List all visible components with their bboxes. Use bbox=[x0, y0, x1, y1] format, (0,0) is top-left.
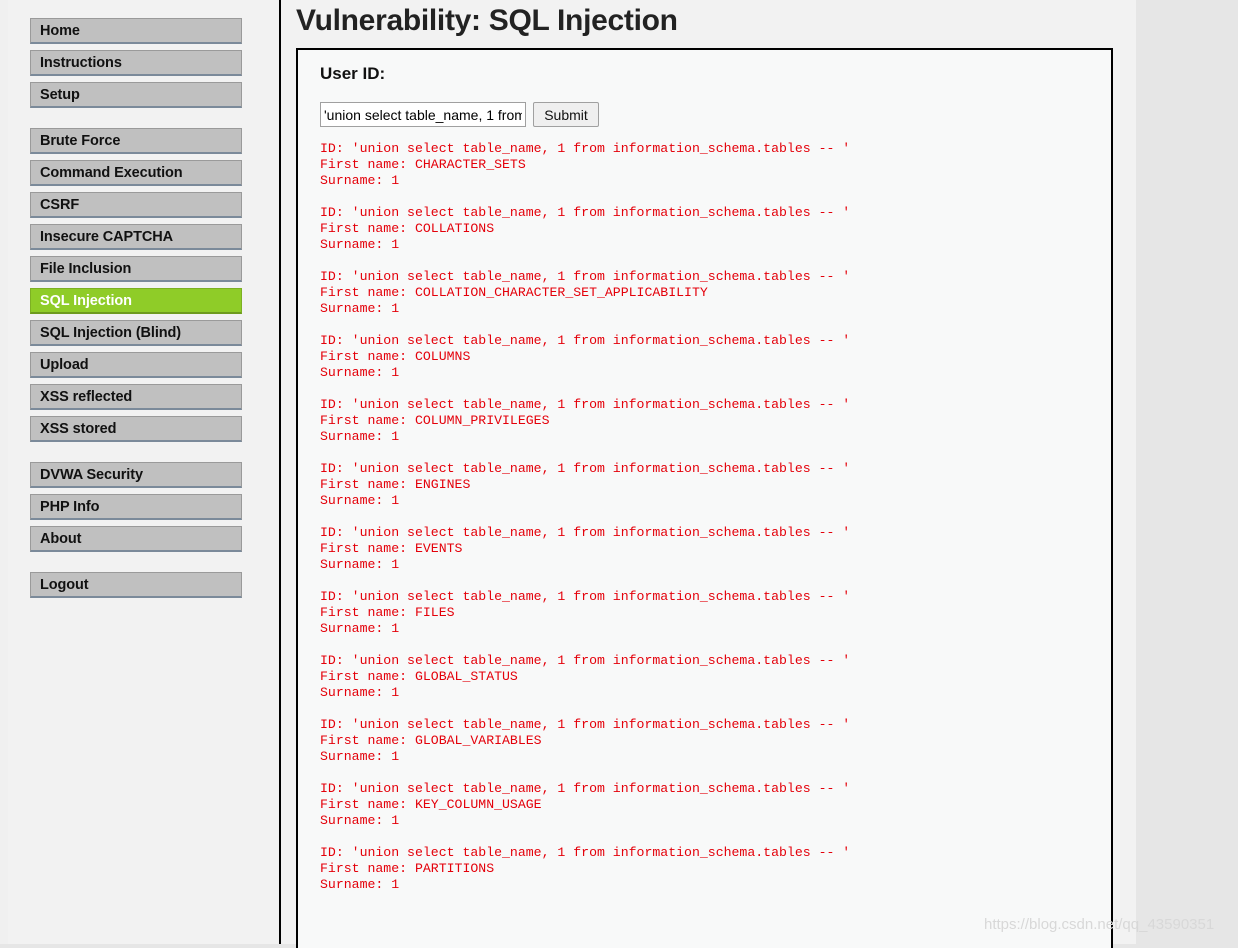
result-surname-line: Surname: 1 bbox=[320, 173, 400, 188]
result-surname-line: Surname: 1 bbox=[320, 685, 400, 700]
result-block: ID: 'union select table_name, 1 from inf… bbox=[320, 717, 1089, 765]
result-id-line: ID: 'union select table_name, 1 from inf… bbox=[320, 589, 851, 604]
sidebar-item-xss-stored[interactable]: XSS stored bbox=[30, 416, 242, 442]
user-id-input[interactable] bbox=[320, 102, 526, 127]
page-body: Home Instructions Setup Brute Force Command … bbox=[0, 0, 1136, 948]
sidebar-item-setup[interactable]: Setup bbox=[30, 82, 242, 108]
page-root: Home Instructions Setup Brute Force Command … bbox=[0, 0, 1238, 948]
result-first-name-line: First name: GLOBAL_VARIABLES bbox=[320, 733, 542, 748]
result-id-line: ID: 'union select table_name, 1 from inf… bbox=[320, 397, 851, 412]
sidebar-group-divider bbox=[16, 558, 279, 572]
sidebar-item-insecure-captcha[interactable]: Insecure CAPTCHA bbox=[30, 224, 242, 250]
result-block: ID: 'union select table_name, 1 from inf… bbox=[320, 461, 1089, 509]
result-first-name-line: First name: KEY_COLUMN_USAGE bbox=[320, 797, 542, 812]
result-block: ID: 'union select table_name, 1 from inf… bbox=[320, 781, 1089, 829]
sidebar-group: Logout bbox=[16, 572, 279, 598]
result-id-line: ID: 'union select table_name, 1 from inf… bbox=[320, 525, 851, 540]
result-surname-line: Surname: 1 bbox=[320, 557, 400, 572]
sidebar: Home Instructions Setup Brute Force Command … bbox=[16, 0, 281, 944]
result-id-line: ID: 'union select table_name, 1 from inf… bbox=[320, 781, 851, 796]
result-id-line: ID: 'union select table_name, 1 from inf… bbox=[320, 653, 851, 668]
page-title: Vulnerability: SQL Injection bbox=[296, 4, 678, 37]
result-id-line: ID: 'union select table_name, 1 from inf… bbox=[320, 205, 851, 220]
result-block: ID: 'union select table_name, 1 from inf… bbox=[320, 589, 1089, 637]
sidebar-item-command-execution[interactable]: Command Execution bbox=[30, 160, 242, 186]
sidebar-group: Brute Force Command Execution CSRF Insecure… bbox=[16, 128, 279, 442]
result-id-line: ID: 'union select table_name, 1 from inf… bbox=[320, 269, 851, 284]
result-surname-line: Surname: 1 bbox=[320, 621, 400, 636]
sidebar-item-brute-force[interactable]: Brute Force bbox=[30, 128, 242, 154]
sidebar-item-csrf[interactable]: CSRF bbox=[30, 192, 242, 218]
result-block: ID: 'union select table_name, 1 from inf… bbox=[320, 397, 1089, 445]
sidebar-item-sql-injection[interactable]: SQL Injection bbox=[30, 288, 242, 314]
result-surname-line: Surname: 1 bbox=[320, 813, 400, 828]
vulnerability-panel: User ID: Submit ID: 'union select table_… bbox=[296, 48, 1113, 948]
result-block: ID: 'union select table_name, 1 from inf… bbox=[320, 845, 1089, 893]
result-id-line: ID: 'union select table_name, 1 from inf… bbox=[320, 845, 851, 860]
sidebar-group-divider bbox=[16, 448, 279, 462]
result-id-line: ID: 'union select table_name, 1 from inf… bbox=[320, 141, 851, 156]
result-first-name-line: First name: COLLATION_CHARACTER_SET_APPL… bbox=[320, 285, 708, 300]
result-first-name-line: First name: COLUMN_PRIVILEGES bbox=[320, 413, 550, 428]
sidebar-nav-groups: Home Instructions Setup Brute Force Command … bbox=[16, 18, 279, 598]
sidebar-item-dvwa-security[interactable]: DVWA Security bbox=[30, 462, 242, 488]
result-block: ID: 'union select table_name, 1 from inf… bbox=[320, 205, 1089, 253]
query-results: ID: 'union select table_name, 1 from inf… bbox=[320, 141, 1089, 893]
sidebar-item-logout[interactable]: Logout bbox=[30, 572, 242, 598]
sidebar-item-xss-reflected[interactable]: XSS reflected bbox=[30, 384, 242, 410]
result-first-name-line: First name: ENGINES bbox=[320, 477, 471, 492]
result-first-name-line: First name: COLLATIONS bbox=[320, 221, 495, 236]
user-id-label: User ID: bbox=[320, 64, 386, 83]
result-first-name-line: First name: PARTITIONS bbox=[320, 861, 495, 876]
sidebar-item-sql-injection-blind[interactable]: SQL Injection (Blind) bbox=[30, 320, 242, 346]
sidebar-item-upload[interactable]: Upload bbox=[30, 352, 242, 378]
sidebar-group: DVWA Security PHP Info About bbox=[16, 462, 279, 552]
result-surname-line: Surname: 1 bbox=[320, 493, 400, 508]
result-block: ID: 'union select table_name, 1 from inf… bbox=[320, 653, 1089, 701]
result-surname-line: Surname: 1 bbox=[320, 429, 400, 444]
result-surname-line: Surname: 1 bbox=[320, 365, 400, 380]
result-surname-line: Surname: 1 bbox=[320, 237, 400, 252]
sidebar-item-instructions[interactable]: Instructions bbox=[30, 50, 242, 76]
sidebar-item-php-info[interactable]: PHP Info bbox=[30, 494, 242, 520]
result-id-line: ID: 'union select table_name, 1 from inf… bbox=[320, 333, 851, 348]
sidebar-item-home[interactable]: Home bbox=[30, 18, 242, 44]
sidebar-item-about[interactable]: About bbox=[30, 526, 242, 552]
result-first-name-line: First name: EVENTS bbox=[320, 541, 463, 556]
result-first-name-line: First name: CHARACTER_SETS bbox=[320, 157, 526, 172]
submit-button[interactable]: Submit bbox=[533, 102, 599, 127]
result-id-line: ID: 'union select table_name, 1 from inf… bbox=[320, 461, 851, 476]
sidebar-item-file-inclusion[interactable]: File Inclusion bbox=[30, 256, 242, 282]
result-surname-line: Surname: 1 bbox=[320, 301, 400, 316]
result-block: ID: 'union select table_name, 1 from inf… bbox=[320, 525, 1089, 573]
result-id-line: ID: 'union select table_name, 1 from inf… bbox=[320, 717, 851, 732]
result-first-name-line: First name: GLOBAL_STATUS bbox=[320, 669, 518, 684]
main-content: Vulnerability: SQL Injection User ID: Su… bbox=[283, 0, 1136, 948]
result-block: ID: 'union select table_name, 1 from inf… bbox=[320, 269, 1089, 317]
result-surname-line: Surname: 1 bbox=[320, 877, 400, 892]
sidebar-group-divider bbox=[16, 114, 279, 128]
result-block: ID: 'union select table_name, 1 from inf… bbox=[320, 141, 1089, 189]
result-surname-line: Surname: 1 bbox=[320, 749, 400, 764]
result-first-name-line: First name: FILES bbox=[320, 605, 455, 620]
result-first-name-line: First name: COLUMNS bbox=[320, 349, 471, 364]
sidebar-group: Home Instructions Setup bbox=[16, 18, 279, 108]
sql-injection-form: Submit bbox=[320, 102, 1089, 127]
result-block: ID: 'union select table_name, 1 from inf… bbox=[320, 333, 1089, 381]
